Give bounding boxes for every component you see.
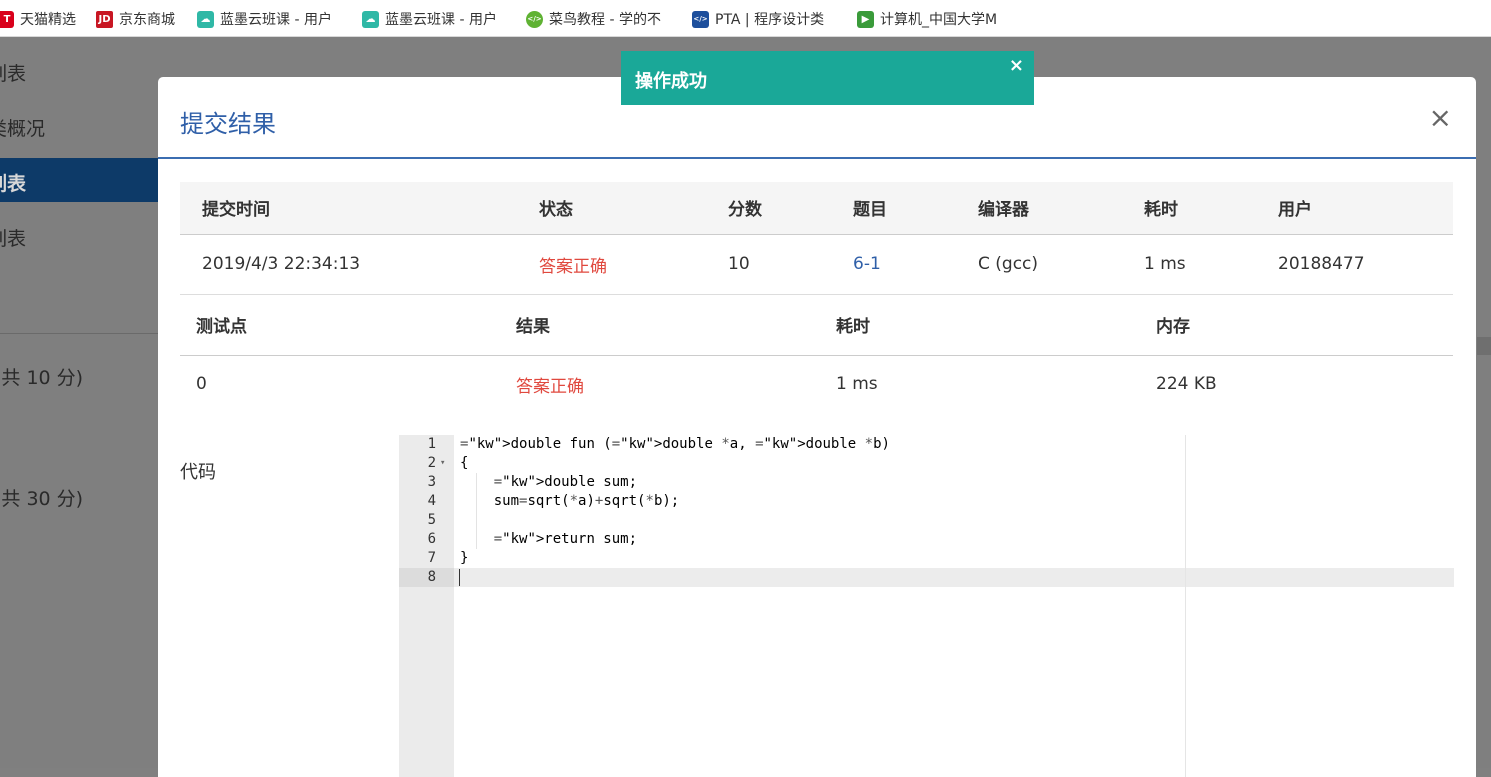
sidebar-item-list-2[interactable]: 列表 [0, 224, 26, 251]
header-elapsed: 耗时 [1144, 200, 1178, 221]
code-text: ="kw">return sum; [493, 531, 638, 547]
line-number: 2 [427, 455, 436, 471]
pta-icon: </> [692, 10, 709, 28]
code-line: 4 sum=sqrt(*a)+sqrt(*b); [399, 492, 1454, 511]
code-line: 7} [399, 549, 1454, 568]
section-score-30: (共 30 分) [0, 488, 84, 510]
header-time: 提交时间 [202, 200, 270, 221]
section-score-10: (共 10 分) [0, 367, 84, 389]
runoob-icon: </> [526, 10, 543, 28]
code-editor[interactable]: 1 ="kw">double fun (="kw">double *a, ="kw… [399, 435, 1454, 777]
bookmarks-bar: T 天猫精选 JD 京东商城 ☁ 蓝墨云班课 - 用户 ☁ 蓝墨云班课 - 用户… [0, 0, 1491, 37]
code-text: { [460, 455, 469, 471]
cloud-icon: ☁ [362, 10, 379, 28]
table-row: 0 答案正确 1 ms 224 KB [180, 355, 1453, 413]
success-toast: 操作成功 × [621, 51, 1034, 105]
table-header-row: 测试点 结果 耗时 内存 [180, 295, 1453, 355]
status-badge: 答案正确 [539, 256, 607, 277]
line-number: 3 [427, 474, 436, 490]
tmall-icon: T [0, 10, 14, 28]
code-line: 3 ="kw">double sum; [399, 473, 1454, 492]
testcase-id: 0 [196, 374, 207, 395]
bookmark-mosoteach-1[interactable]: ☁ 蓝墨云班课 - 用户 [197, 9, 342, 29]
header-compiler: 编译器 [978, 200, 1029, 221]
text-cursor [459, 569, 460, 586]
toast-message: 操作成功 [635, 71, 707, 92]
bookmark-jd[interactable]: JD 京东商城 [96, 9, 175, 29]
testcase-result: 答案正确 [516, 376, 584, 397]
line-number: 6 [427, 531, 436, 547]
header-testcase-elapsed: 耗时 [836, 317, 870, 338]
code-line: 6 ="kw">return sum; [399, 530, 1454, 549]
line-number: 1 [427, 436, 436, 452]
sidebar-item-submissions[interactable]: 列表 [0, 169, 26, 196]
bookmark-pta[interactable]: </> PTA | 程序设计类 [692, 9, 839, 29]
line-number: 8 [427, 569, 436, 585]
header-problem: 题目 [853, 200, 887, 221]
code-line: 1 ="kw">double fun (="kw">double *a, ="kw… [399, 435, 1454, 454]
bookmark-mooc[interactable]: ▶ 计算机_中国大学M [857, 9, 1004, 29]
toast-close-icon[interactable]: × [1009, 55, 1024, 76]
code-text: ="kw">double sum; [493, 474, 638, 490]
fold-toggle-icon[interactable]: ▾ [440, 454, 445, 473]
line-number: 4 [427, 493, 436, 509]
mooc-icon: ▶ [857, 10, 874, 28]
code-label: 代码 [180, 462, 216, 483]
line-number: 7 [427, 550, 436, 566]
header-memory: 内存 [1156, 317, 1190, 338]
cloud-icon: ☁ [197, 10, 214, 28]
compiler-value: C (gcc) [978, 254, 1039, 274]
header-testcase: 测试点 [196, 317, 247, 338]
code-text: } [460, 550, 469, 566]
bookmark-tmall[interactable]: T 天猫精选 [0, 9, 76, 29]
submit-time: 2019/4/3 22:34:13 [202, 254, 361, 274]
code-line: 8 [399, 568, 1454, 587]
submission-result-modal: 提交结果 × 提交时间 状态 分数 题目 编译器 耗时 用户 2019/4/3 … [158, 77, 1476, 777]
table-header-row: 提交时间 状态 分数 题目 编译器 耗时 用户 [180, 182, 1453, 234]
user-value: 20188477 [1278, 254, 1365, 274]
code-line: 2 ▾ { [399, 454, 1454, 473]
header-score: 分数 [728, 200, 762, 221]
testcase-table: 测试点 结果 耗时 内存 0 答案正确 1 ms 224 KB [180, 295, 1453, 413]
testcase-elapsed: 1 ms [836, 374, 878, 395]
code-text: ="kw">double fun (="kw">double *a, ="kw"… [460, 436, 890, 452]
close-icon[interactable]: × [1429, 101, 1452, 134]
table-row: 2019/4/3 22:34:13 答案正确 10 6-1 C (gcc) 1 … [180, 234, 1453, 294]
sidebar-item-overview[interactable]: 类概况 [0, 114, 45, 141]
code-line: 5 [399, 511, 1454, 530]
header-status: 状态 [539, 200, 573, 221]
code-text: sum=sqrt(*a)+sqrt(*b); [460, 493, 680, 509]
background-scrollbar[interactable] [1477, 337, 1491, 355]
submission-summary-table: 提交时间 状态 分数 题目 编译器 耗时 用户 2019/4/3 22:34:1… [180, 182, 1453, 295]
jd-icon: JD [96, 10, 113, 28]
bookmark-mosoteach-2[interactable]: ☁ 蓝墨云班课 - 用户 [362, 9, 507, 29]
header-user: 用户 [1278, 200, 1312, 221]
score-value: 10 [728, 254, 750, 274]
header-result: 结果 [516, 317, 550, 338]
problem-link[interactable]: 6-1 [852, 234, 977, 294]
sidebar-divider [0, 333, 158, 334]
line-number: 5 [427, 512, 436, 528]
sidebar-item-list[interactable]: 列表 [0, 59, 26, 86]
elapsed-value: 1 ms [1144, 254, 1186, 274]
testcase-memory: 224 KB [1156, 374, 1217, 395]
modal-title: 提交结果 [180, 110, 276, 138]
bookmark-runoob[interactable]: </> 菜鸟教程 - 学的不 [526, 9, 673, 29]
